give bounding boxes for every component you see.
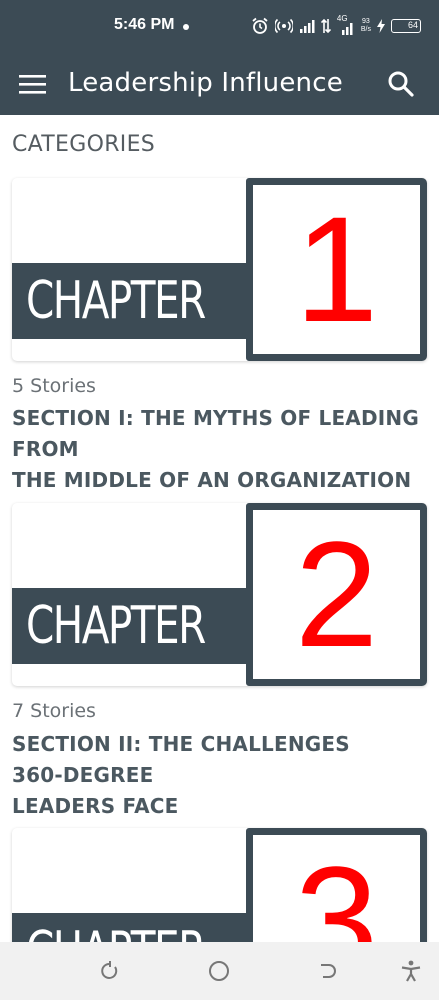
category-card-2[interactable]: CHAPTER 2 — [12, 503, 427, 686]
accessibility-icon — [401, 960, 421, 982]
menu-button[interactable] — [18, 72, 48, 96]
category-card-1[interactable]: CHAPTER 1 — [12, 178, 427, 361]
hamburger-menu-icon — [19, 75, 46, 94]
category-list[interactable]: CATEGORIES CHAPTER 1 5 Stories SECTION I… — [0, 115, 439, 942]
battery-level: 64 — [407, 20, 418, 30]
app-title: Leadership Influence — [68, 68, 343, 98]
recent-apps-button[interactable] — [98, 959, 122, 983]
notification-dot — [183, 24, 189, 30]
search-icon — [388, 71, 414, 97]
status-icons: 4G 93 B/s 64 — [251, 14, 421, 38]
home-icon — [209, 961, 229, 981]
section-heading: CATEGORIES — [12, 132, 156, 157]
story-count: 7 Stories — [12, 700, 96, 722]
chapter-number: 3 — [294, 835, 379, 942]
app-bar: Leadership Influence — [0, 54, 439, 115]
alarm-icon — [252, 17, 268, 34]
signal-icon — [299, 20, 315, 33]
story-count: 5 Stories — [12, 375, 96, 397]
system-nav-bar — [0, 942, 439, 1000]
back-icon — [321, 964, 336, 978]
battery-indicator: 64 — [391, 19, 421, 33]
chapter-number: 1 — [294, 185, 379, 353]
net-speed-unit: B/s — [360, 26, 371, 33]
chapter-number: 2 — [294, 510, 379, 678]
search-button[interactable] — [387, 70, 415, 98]
net-speed: 93 B/s — [361, 18, 371, 34]
recent-apps-icon — [101, 961, 118, 979]
chapter-label: CHAPTER — [26, 596, 206, 656]
home-button[interactable] — [207, 959, 231, 983]
signal-4g-icon — [341, 23, 353, 35]
hotspot-icon — [274, 18, 293, 34]
chapter-label: CHAPTER — [26, 271, 206, 331]
chapter-label: CHAPTER — [26, 920, 206, 942]
accessibility-button[interactable] — [399, 959, 423, 983]
category-card-3[interactable]: CHAPTER 3 — [12, 828, 427, 942]
charging-bolt-icon — [377, 19, 385, 33]
net-speed-value: 93 — [362, 18, 370, 25]
category-title[interactable]: SECTION II: THE CHALLENGES 360-DEGREE LE… — [12, 729, 422, 822]
mobile-signal-4g: 4G — [337, 14, 355, 35]
back-button[interactable] — [317, 959, 341, 983]
data-transfer-icon — [320, 18, 331, 34]
category-title[interactable]: SECTION I: THE MYTHS OF LEADING FROM THE… — [12, 403, 422, 496]
status-bar: 5:46 PM 4G 93 B/s 64 — [0, 0, 439, 54]
status-time: 5:46 PM — [114, 16, 175, 33]
